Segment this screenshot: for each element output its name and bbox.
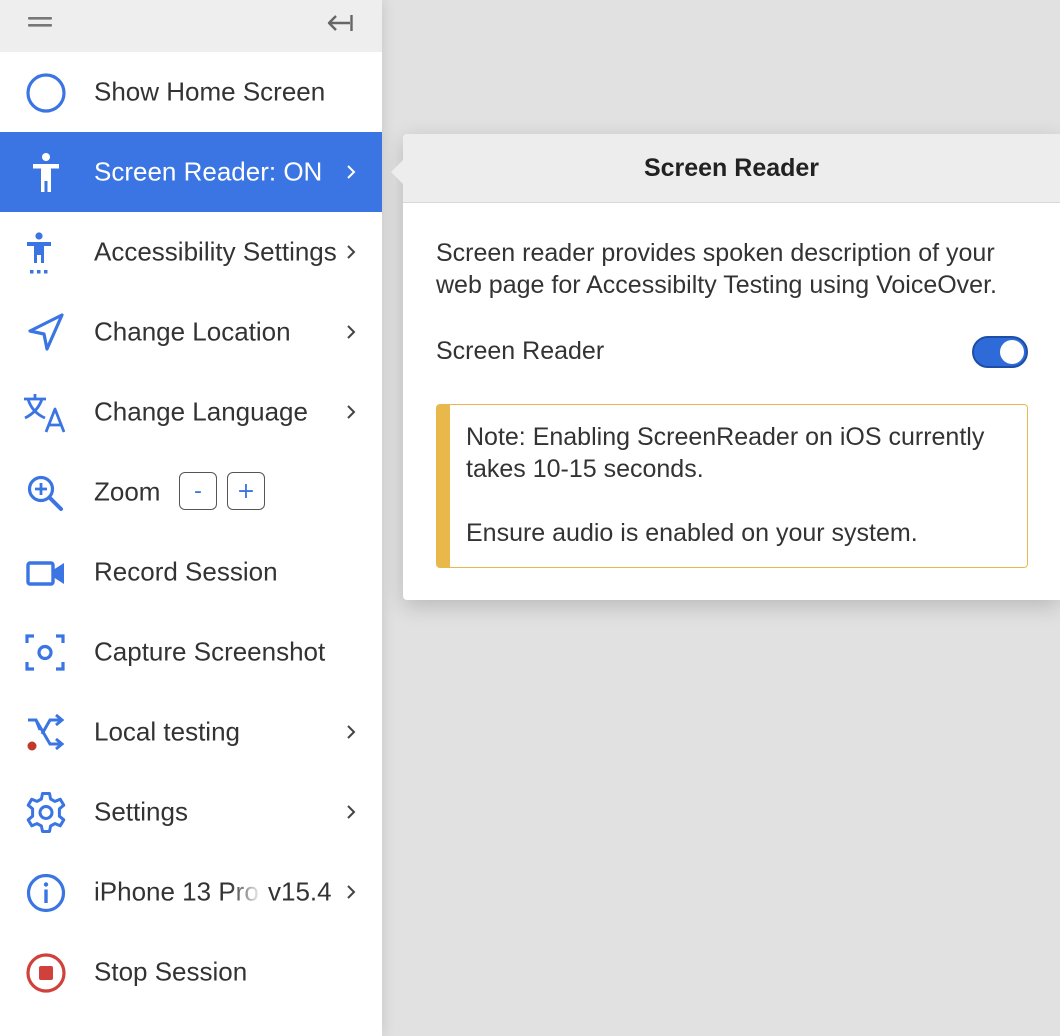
menu-item-settings[interactable]: Settings [0,772,382,852]
zoom-in-button[interactable]: + [227,472,265,510]
chevron-right-icon [342,883,360,901]
chevron-right-icon [342,803,360,821]
accessibility-settings-icon [22,232,68,274]
menu-item-label: Settings [94,796,188,827]
menu-item-local-testing[interactable]: Local testing [0,692,382,772]
screen-reader-popover: Screen Reader Screen reader provides spo… [391,134,1060,600]
drag-handle-icon[interactable] [28,16,52,28]
screen-reader-toggle-label: Screen Reader [436,337,605,365]
translate-icon [22,392,68,434]
accessibility-person-icon [22,152,68,194]
collapse-sidebar-icon[interactable] [326,12,354,34]
menu-item-accessibility-settings[interactable]: Accessibility Settings [0,212,382,292]
screenshot-icon [22,632,68,674]
gear-icon [22,792,68,834]
menu-item-label: Record Session [94,556,278,587]
video-camera-icon [22,552,68,594]
chevron-right-icon [342,323,360,341]
stop-icon [22,952,68,994]
note-box: Note: Enabling ScreenReader on iOS curre… [436,404,1028,568]
menu-item-label: Show Home Screen [94,76,326,107]
device-version: v15.4 [268,876,332,907]
info-icon [22,872,68,914]
menu-item-label: Change Location [94,316,291,347]
menu-item-change-location[interactable]: Change Location [0,292,382,372]
chevron-right-icon [342,163,360,181]
note-text-line2: Ensure audio is enabled on your system. [466,519,918,547]
menu-item-stop-session[interactable]: Stop Session [0,932,382,1012]
popover-title: Screen Reader [403,134,1060,203]
menu-item-change-language[interactable]: Change Language [0,372,382,452]
home-circle-icon [22,72,68,114]
zoom-out-button[interactable]: - [179,472,217,510]
local-testing-shuffle-icon [22,712,68,754]
menu-item-label: Zoom [94,476,161,507]
toggle-knob [1000,340,1024,364]
chevron-right-icon [342,243,360,261]
chevron-right-icon [342,723,360,741]
menu-item-label: Accessibility Settings [94,236,337,267]
menu-item-capture-screenshot[interactable]: Capture Screenshot [0,612,382,692]
note-text-line1: Note: Enabling ScreenReader on iOS curre… [466,423,985,483]
menu-item-label: Local testing [94,716,240,747]
menu-item-screen-reader[interactable]: Screen Reader: ON [0,132,382,212]
location-arrow-icon [22,312,68,354]
menu-item-label: Change Language [94,396,308,427]
menu-item-zoom: Zoom - + [0,452,382,532]
popover-description: Screen reader provides spoken descriptio… [436,239,997,299]
sidebar-toolbar [0,0,382,52]
menu-item-label: Screen Reader: ON [94,156,323,187]
menu-item-show-home-screen[interactable]: Show Home Screen [0,52,382,132]
menu-item-record-session[interactable]: Record Session [0,532,382,612]
device-name-fade [230,852,270,932]
chevron-right-icon [342,403,360,421]
popover-arrow [391,160,403,184]
menu-item-label: Capture Screenshot [94,636,326,667]
screen-reader-toggle[interactable] [972,336,1028,368]
zoom-in-icon [22,472,68,514]
sidebar: Show Home Screen Screen Reader: ON Acces… [0,0,382,1036]
menu-item-device-info[interactable]: iPhone 13 Pro v15.4 [0,852,382,932]
menu-item-label: Stop Session [94,956,248,987]
